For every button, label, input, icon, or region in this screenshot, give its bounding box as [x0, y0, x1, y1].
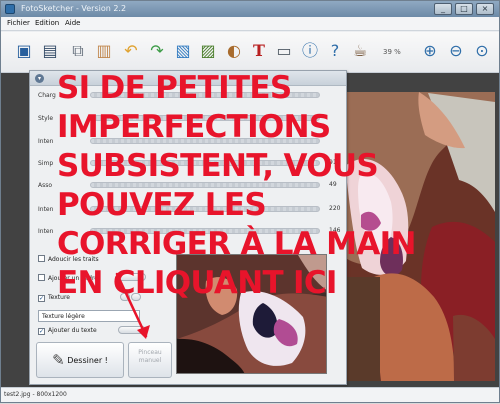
zoom-in-button[interactable]: ⊕: [419, 40, 441, 62]
setting-label-charg: Charg: [38, 92, 56, 99]
checkbox-texte[interactable]: ✓: [38, 328, 45, 335]
status-bar: test2.jpg - 800x1200: [1, 387, 499, 402]
status-file-info: test2.jpg - 800x1200: [4, 391, 67, 398]
draw-button[interactable]: ✎ Dessiner !: [36, 342, 124, 378]
checkbox-cadre[interactable]: [38, 274, 45, 281]
copy-button[interactable]: ⧉: [67, 40, 89, 62]
app-window: FotoSketcher - Version 2.2 _ □ × Fichier…: [0, 0, 500, 403]
setting-label-intensity-1: Inten: [38, 138, 54, 145]
print-button[interactable]: ▭: [273, 40, 295, 62]
print-icon: ▭: [276, 41, 292, 60]
paste-button[interactable]: ▥: [93, 40, 115, 62]
redo-button[interactable]: ↷: [146, 40, 168, 62]
zoom-in-icon: ⊕: [423, 41, 437, 60]
setting-label-style: Style: [38, 115, 54, 122]
texture-select[interactable]: Texture légère: [38, 310, 140, 322]
palette-icon: ◐: [227, 41, 241, 60]
redo-icon: ↷: [150, 41, 164, 60]
text-button[interactable]: T: [248, 40, 270, 62]
menu-bar: Fichier Edition Aide: [1, 17, 499, 31]
texte-checkbox-row[interactable]: ✓ Ajouter du texte: [38, 327, 97, 335]
text-icon: T: [253, 41, 265, 60]
coffee-icon: ☕: [352, 41, 368, 60]
open-picture-button[interactable]: ▧: [172, 40, 194, 62]
landscape-icon: ▨: [200, 41, 216, 60]
zoom-fit-button[interactable]: ⊙: [471, 40, 493, 62]
new-project-icon: ▣: [16, 41, 32, 60]
new-project-button[interactable]: ▣: [13, 40, 35, 62]
setting-label-simplification: Simp: [38, 160, 54, 167]
label-texte: Ajouter du texte: [48, 327, 97, 334]
save-icon: ▤: [42, 41, 58, 60]
toolbar: ▣ ▤ ⧉ ▥ ↶ ↷ ▧ ▨ ◐ T ▭ ⓘ ? ☕ 39 % ⊕ ⊖ ⊙: [1, 32, 499, 73]
menu-fichier[interactable]: Fichier: [7, 19, 30, 27]
paste-icon: ▥: [96, 41, 112, 60]
help-icon: ?: [330, 41, 340, 60]
info-button[interactable]: ⓘ: [299, 40, 321, 62]
setting-label-intensity-2: Inten: [38, 206, 54, 213]
palette-button[interactable]: ◐: [223, 40, 245, 62]
menu-aide[interactable]: Aide: [65, 19, 80, 27]
window-title: FotoSketcher - Version 2.2: [21, 4, 127, 13]
maximize-button[interactable]: □: [455, 3, 473, 15]
setting-label-association: Asso: [38, 182, 53, 189]
close-button[interactable]: ×: [476, 3, 494, 15]
help-button[interactable]: ?: [324, 40, 346, 62]
draw-button-label: Dessiner !: [67, 356, 108, 365]
zoom-out-button[interactable]: ⊖: [445, 40, 467, 62]
save-button[interactable]: ▤: [39, 40, 61, 62]
checkbox-adoucir[interactable]: [38, 255, 45, 262]
zoom-fit-icon: ⊙: [475, 41, 489, 60]
title-bar: FotoSketcher - Version 2.2 _ □ ×: [1, 1, 499, 17]
zoom-level: 39 %: [383, 48, 401, 56]
checkbox-texture[interactable]: ✓: [38, 295, 45, 302]
setting-label-intensity-3: Inten: [38, 228, 54, 235]
menu-edition[interactable]: Edition: [35, 19, 59, 27]
info-icon: ⓘ: [301, 41, 318, 60]
annotation-caption: Si de petites imperfections subsistent, …: [57, 70, 416, 301]
copy-icon: ⧉: [72, 41, 84, 60]
pen-icon: ✎: [52, 351, 65, 369]
undo-button[interactable]: ↶: [120, 40, 142, 62]
manual-brush-button[interactable]: Pinceau manuel: [128, 342, 172, 378]
collapse-icon[interactable]: ▾: [35, 74, 44, 83]
texte-options-button[interactable]: [118, 326, 146, 334]
app-icon: [5, 4, 15, 14]
zoom-out-icon: ⊖: [449, 41, 463, 60]
undo-icon: ↶: [124, 41, 138, 60]
landscape-button[interactable]: ▨: [197, 40, 219, 62]
picture-icon: ▧: [175, 41, 191, 60]
coffee-button[interactable]: ☕: [349, 40, 371, 62]
minimize-button[interactable]: _: [434, 3, 452, 15]
